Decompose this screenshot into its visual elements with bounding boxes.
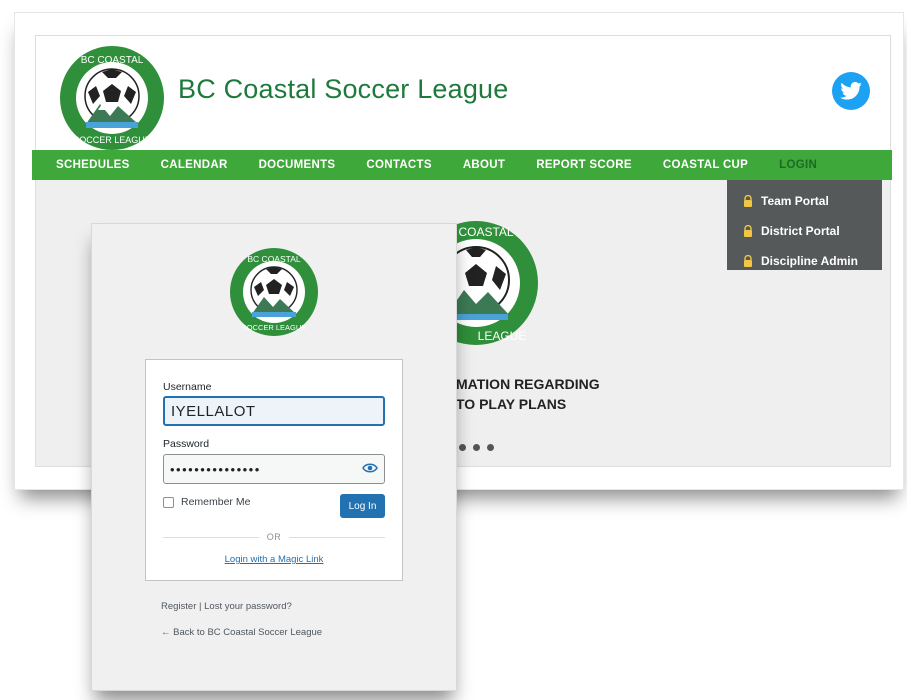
username-value: IYELLALOT [171, 402, 256, 420]
log-in-button[interactable]: Log In [340, 494, 385, 518]
magic-link[interactable]: Login with a Magic Link [146, 554, 402, 565]
lock-icon [744, 255, 752, 267]
nav-login[interactable]: LOGIN [779, 159, 817, 171]
register-lost-password-links[interactable]: Register | Lost your password? [161, 601, 292, 612]
nav-documents[interactable]: DOCUMENTS [259, 159, 336, 171]
twitter-button[interactable] [832, 72, 870, 110]
login-logo[interactable]: BC COASTAL SOCCER LEAGUE [228, 246, 320, 343]
divider-line [163, 536, 259, 538]
dropdown-item-label: Team Portal [761, 194, 829, 208]
remember-me-checkbox[interactable] [163, 497, 174, 508]
svg-text:COASTAL: COASTAL [458, 225, 513, 239]
svg-text:SOCCER LEAGUE: SOCCER LEAGUE [73, 135, 151, 145]
username-label: Username [163, 381, 212, 393]
dropdown-item-district-portal[interactable]: District Portal [727, 216, 882, 246]
hero-line-1: MATION REGARDING [456, 376, 600, 392]
login-screenshot: BC COASTAL SOCCER LEAGUE Username IYELLA… [91, 223, 457, 691]
hero-announcement: MATION REGARDING TO PLAY PLANS [456, 374, 600, 414]
lock-icon [744, 225, 752, 237]
nav-schedules[interactable]: SCHEDULES [56, 159, 130, 171]
or-divider: OR [163, 531, 385, 543]
soccer-ball-logo-icon: BC COASTAL SOCCER LEAGUE [60, 46, 164, 150]
eye-icon[interactable] [362, 462, 378, 474]
svg-text:LEAGUE: LEAGUE [478, 329, 527, 343]
nav-calendar[interactable]: CALENDAR [161, 159, 228, 171]
slider-dot[interactable] [473, 444, 480, 451]
back-to-site-link[interactable]: ← Back to BC Coastal Soccer League [161, 627, 322, 638]
slider-dots [459, 444, 494, 451]
nav-contacts[interactable]: CONTACTS [366, 159, 431, 171]
dropdown-item-label: Discipline Admin [761, 254, 858, 268]
divider-line [289, 536, 385, 538]
soccer-ball-logo-icon: BC COASTAL SOCCER LEAGUE [230, 248, 318, 336]
slider-dot[interactable] [487, 444, 494, 451]
dropdown-item-label: District Portal [761, 224, 840, 238]
login-form: Username IYELLALOT Password ••••••••••••… [145, 359, 403, 581]
login-dropdown: Team Portal District Portal Discipline A… [727, 180, 882, 270]
password-label: Password [163, 438, 210, 450]
or-text: OR [266, 532, 282, 542]
password-field[interactable]: ••••••••••••••• [163, 454, 385, 484]
nav-coastal-cup[interactable]: COASTAL CUP [663, 159, 748, 171]
site-title[interactable]: BC Coastal Soccer League [178, 74, 509, 105]
nav-report-score[interactable]: REPORT SCORE [536, 159, 632, 171]
remember-me-label[interactable]: Remember Me [181, 496, 250, 508]
username-field[interactable]: IYELLALOT [163, 396, 385, 426]
svg-text:BC COASTAL: BC COASTAL [81, 55, 144, 66]
dropdown-item-team-portal[interactable]: Team Portal [727, 186, 882, 216]
password-mask: ••••••••••••••• [170, 461, 261, 477]
svg-text:BC COASTAL: BC COASTAL [247, 254, 300, 264]
main-nav: SCHEDULES CALENDAR DOCUMENTS CONTACTS AB… [32, 150, 892, 180]
site-header: BC COASTAL SOCCER LEAGUE BC Coastal Socc… [36, 36, 890, 150]
twitter-icon [840, 82, 862, 100]
slider-dot[interactable] [459, 444, 466, 451]
lock-icon [744, 195, 752, 207]
dropdown-item-discipline-admin[interactable]: Discipline Admin [727, 246, 882, 276]
svg-text:SOCCER LEAGUE: SOCCER LEAGUE [242, 323, 307, 332]
league-logo[interactable]: BC COASTAL SOCCER LEAGUE [58, 44, 166, 157]
nav-about[interactable]: ABOUT [463, 159, 505, 171]
hero-line-2: TO PLAY PLANS [456, 396, 567, 412]
